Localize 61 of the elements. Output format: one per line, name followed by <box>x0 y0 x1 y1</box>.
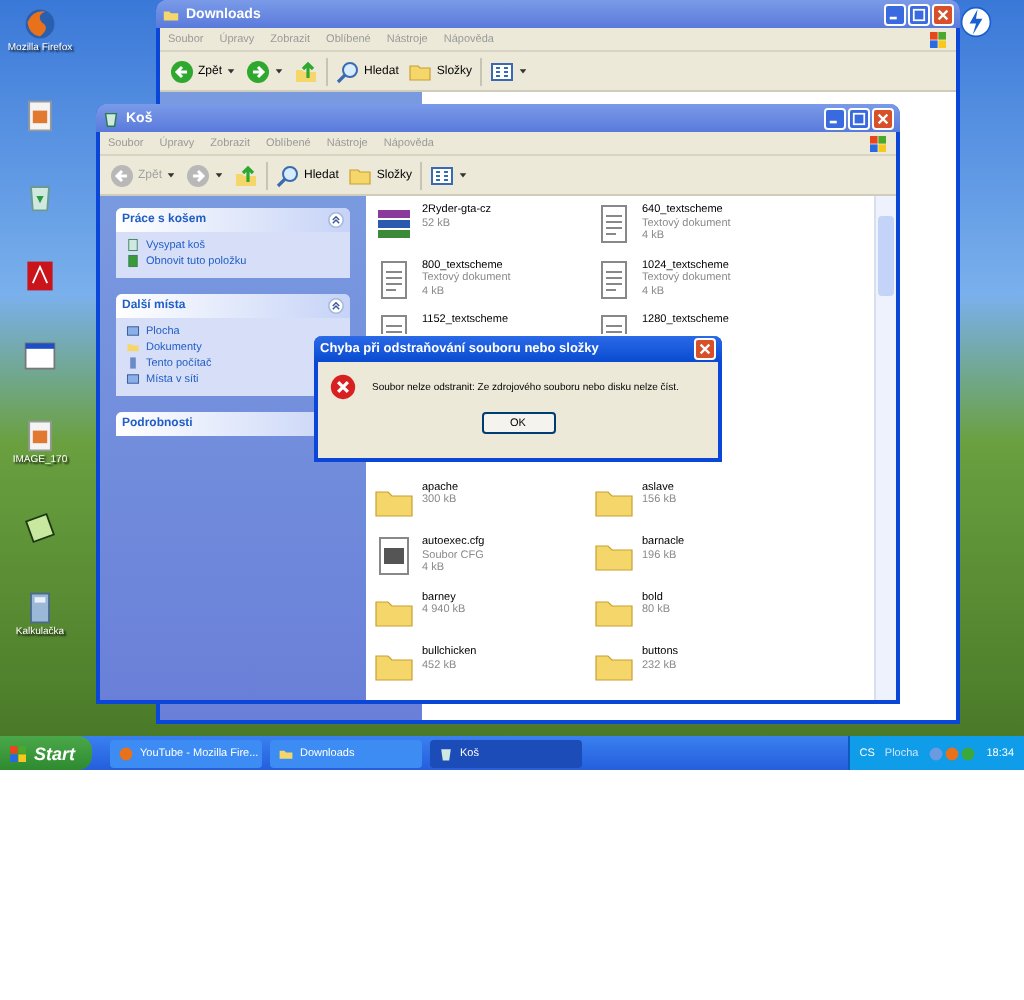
window-icon[interactable] <box>22 338 58 374</box>
network-icon <box>126 372 140 386</box>
maximize-button[interactable] <box>848 107 870 129</box>
maximize-icon <box>912 7 926 21</box>
minimize-button[interactable] <box>824 107 846 129</box>
archive-icon <box>374 204 414 244</box>
folder-up-icon <box>294 59 319 83</box>
recycle-bin-icon <box>102 109 120 127</box>
computer-icon <box>126 356 140 370</box>
close-button[interactable] <box>694 338 716 360</box>
views-button[interactable] <box>428 163 471 187</box>
back-arrow-icon <box>170 59 194 83</box>
folder-icon <box>408 59 433 83</box>
scrollbar[interactable] <box>874 196 896 700</box>
restore-icon <box>126 254 140 268</box>
folder-icon <box>348 163 373 187</box>
forward-arrow-icon <box>186 163 211 187</box>
caret-icon <box>274 66 285 76</box>
back-arrow-icon <box>110 163 134 187</box>
caret-icon <box>226 66 237 76</box>
windows-logo-icon <box>868 133 888 153</box>
recycle-bin-icon <box>126 238 140 252</box>
windows-logo-icon <box>928 29 948 49</box>
image-file-icon[interactable] <box>22 98 58 134</box>
config-file-icon <box>374 536 414 576</box>
windows-logo-icon <box>8 743 28 763</box>
forward-button[interactable] <box>244 59 287 83</box>
search-icon <box>336 59 361 83</box>
image-file-icon[interactable] <box>22 418 58 454</box>
close-icon <box>698 342 712 356</box>
recycle-bin-icon <box>438 745 454 761</box>
maximize-icon <box>852 111 866 125</box>
views-icon <box>490 59 515 83</box>
lightning-icon[interactable] <box>960 6 992 38</box>
folder-icon <box>126 340 140 354</box>
close-icon <box>876 111 890 125</box>
search-icon <box>276 163 301 187</box>
close-button[interactable] <box>932 3 954 25</box>
views-button[interactable] <box>488 59 531 83</box>
folder-up-icon <box>234 163 259 187</box>
chevron-icon <box>328 212 344 228</box>
close-icon <box>936 7 950 21</box>
error-icon <box>330 374 356 400</box>
up-folder-button[interactable] <box>292 59 321 83</box>
firefox-icon <box>118 745 134 761</box>
caret-icon <box>458 170 469 180</box>
minimize-button[interactable] <box>884 3 906 25</box>
maximize-button[interactable] <box>908 3 930 25</box>
folder-icon <box>278 745 294 761</box>
up-folder-button[interactable] <box>232 163 261 187</box>
close-button[interactable] <box>872 107 894 129</box>
forward-arrow-icon <box>246 59 271 83</box>
pdf-icon[interactable] <box>22 258 58 294</box>
desktop-icon <box>126 324 140 338</box>
chevron-icon <box>328 298 344 314</box>
caret-icon <box>166 170 177 180</box>
caret-icon <box>518 66 529 76</box>
start-button[interactable]: Start <box>0 736 92 770</box>
caret-icon <box>214 170 225 180</box>
views-icon <box>430 163 455 187</box>
folder-icon <box>162 5 180 23</box>
